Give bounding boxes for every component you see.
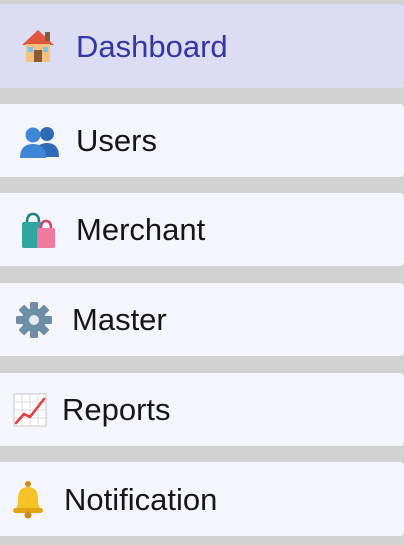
shopping-bags-icon <box>16 208 60 252</box>
sidebar-item-label: Reports <box>62 392 171 427</box>
sidebar-item-label: Users <box>76 123 157 158</box>
sidebar-item-label: Merchant <box>76 212 206 247</box>
sidebar-item-master[interactable]: Master <box>0 283 404 356</box>
users-icon <box>18 119 62 163</box>
sidebar-item-dashboard[interactable]: Dashboard <box>0 4 404 88</box>
sidebar-item-notification[interactable]: Notification <box>0 462 404 536</box>
sidebar-item-merchant[interactable]: Merchant <box>0 193 404 266</box>
sidebar-item-users[interactable]: Users <box>0 104 404 177</box>
sidebar-item-label: Notification <box>64 481 218 517</box>
gear-icon <box>12 298 56 342</box>
sidebar-item-reports[interactable]: Reports <box>0 373 404 446</box>
bell-icon <box>6 477 50 521</box>
chart-increasing-icon <box>8 388 52 432</box>
sidebar-menu: Dashboard Users Merchant Master Reports … <box>0 0 404 545</box>
house-icon <box>16 24 60 68</box>
sidebar-item-label: Master <box>72 302 167 337</box>
sidebar-item-label: Dashboard <box>76 28 228 64</box>
